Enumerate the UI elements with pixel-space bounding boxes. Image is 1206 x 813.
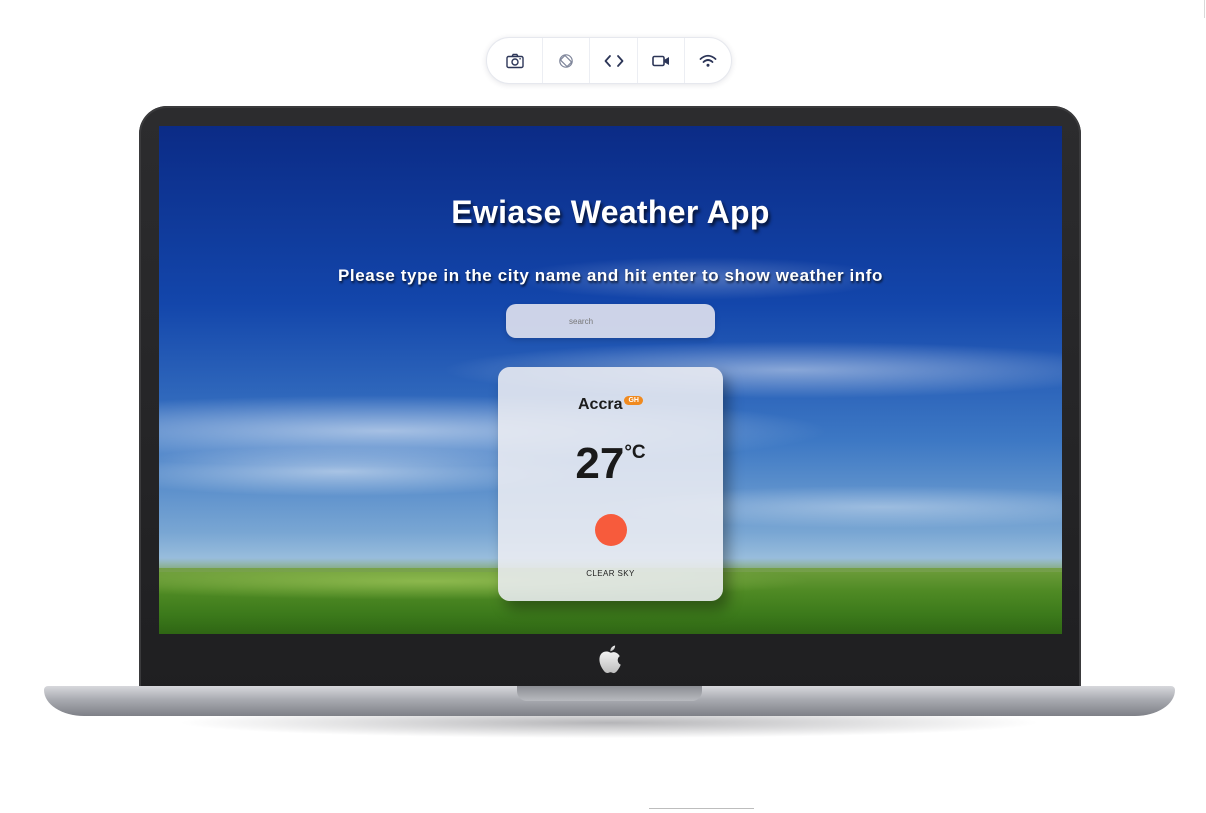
hinge-notch [517,686,702,701]
temperature-unit: °C [624,442,646,463]
app-title: Ewiase Weather App [451,194,770,230]
video-icon [652,55,669,66]
weather-card: Accra GH 27°C CLEAR SKY [498,367,723,601]
edge-divider [1204,0,1205,18]
city-search-input[interactable] [506,304,715,338]
city-name: Accra [578,396,623,413]
rotate-button[interactable] [543,38,590,83]
app-screen: Ewiase Weather App Please type in the ci… [159,126,1062,634]
device-toolbar [486,37,732,84]
base-shadow [59,716,1159,750]
app-subtitle: Please type in the city name and hit ent… [337,266,884,285]
laptop-base [44,686,1175,752]
bottom-divider [649,808,754,809]
temperature-row: 27°C [498,439,723,489]
apple-icon [599,645,621,674]
wifi-icon [699,54,717,67]
code-button[interactable] [590,38,638,83]
camera-icon [505,53,524,68]
code-icon [604,54,623,67]
network-button[interactable] [685,38,731,83]
temperature-value: 27 [575,439,625,488]
country-badge: GH [624,396,643,405]
page: Ewiase Weather App Please type in the ci… [0,0,1206,813]
sun-icon [595,514,627,546]
screenshot-button[interactable] [487,38,543,83]
city-row: Accra GH [498,396,723,416]
weather-condition: CLEAR SKY [586,569,635,578]
record-button[interactable] [638,38,685,83]
rotate-icon [559,53,573,68]
